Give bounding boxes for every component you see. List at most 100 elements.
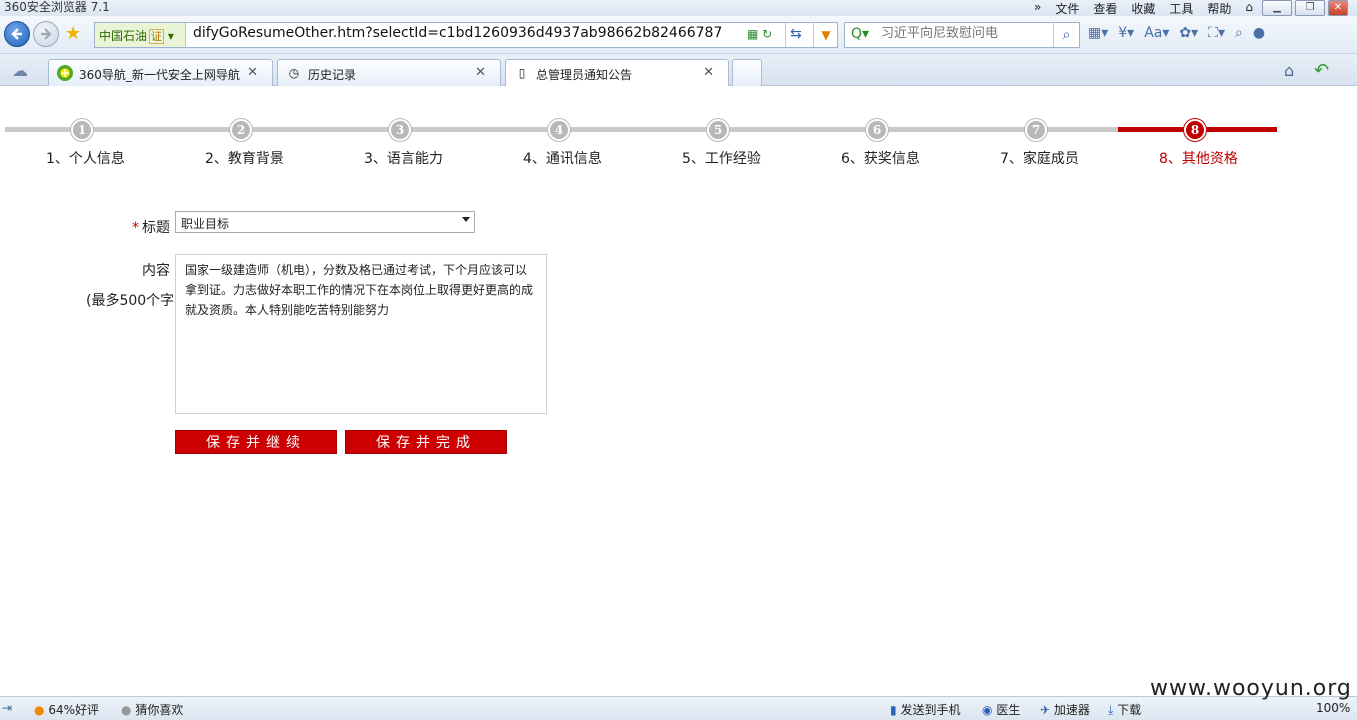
home-icon[interactable]: ⌂: [1284, 61, 1294, 80]
step-label: 5、工作经验: [682, 151, 761, 167]
search-icon[interactable]: ⌕: [1053, 23, 1079, 47]
address-dropdown-button[interactable]: ▼: [813, 23, 838, 47]
minimize-button[interactable]: ▁: [1262, 0, 1292, 16]
step-number: 1: [71, 119, 93, 141]
nav360-icon: +: [57, 65, 73, 81]
tab-history[interactable]: ◷ 历史记录 ✕: [277, 59, 501, 86]
menu-view[interactable]: 查看: [1093, 0, 1117, 17]
sidebar-toggle-icon[interactable]: ⇥: [2, 701, 12, 715]
title-select[interactable]: 职业目标: [175, 211, 475, 233]
shield-icon[interactable]: ¥▾: [1118, 25, 1134, 41]
zoom-level[interactable]: 100%: [1316, 701, 1350, 715]
clock-icon: ◷: [288, 66, 300, 80]
divider: [785, 23, 786, 47]
content-textarea[interactable]: 国家一级建造师（机电），分数及格已通过考试，下个月应该可以拿到证。力志做好本职工…: [175, 254, 547, 414]
rocket-icon: ✈: [1040, 703, 1051, 717]
step-label: 4、通讯信息: [523, 151, 602, 167]
step-number: 3: [389, 119, 411, 141]
content-label: 内容: [142, 263, 170, 279]
tab-admin-notice[interactable]: ▯ 总管理员通知公告 ✕: [505, 59, 729, 86]
step-label: 6、获奖信息: [841, 151, 920, 167]
refresh-icon[interactable]: ⇆: [790, 26, 802, 42]
tab-label: 总管理员通知公告: [536, 68, 633, 82]
close-icon[interactable]: ✕: [247, 65, 258, 80]
tab-label: 历史记录: [308, 68, 357, 82]
menu-file[interactable]: 文件: [1055, 0, 1079, 17]
translate-icon[interactable]: Aa▾: [1144, 25, 1169, 41]
step-label: 7、家庭成员: [1000, 151, 1079, 167]
address-input[interactable]: difyGoResumeOther.htm?selectId=c1bd12609…: [193, 25, 722, 41]
window-title: 360安全浏览器 7.1: [4, 0, 110, 14]
restore-button[interactable]: ❐: [1295, 0, 1325, 16]
tab-label: 360导航_新一代安全上网导航: [79, 68, 240, 82]
doctor-text: 医生: [996, 703, 1021, 717]
puzzle-icon[interactable]: ✿▾: [1179, 25, 1198, 41]
menu-bar: » 文件 查看 收藏 工具 帮助 ⌂: [1034, 0, 1253, 17]
title-select-value: 职业目标: [181, 217, 230, 231]
send-to-phone-item[interactable]: ▮ 发送到手机: [890, 701, 960, 718]
step-number: 2: [230, 119, 252, 141]
apps-grid-icon[interactable]: ▦▾: [1088, 25, 1108, 41]
arrow-left-icon: [11, 28, 22, 40]
doctor-item[interactable]: ◉ 医生: [982, 701, 1020, 718]
back-button[interactable]: [4, 21, 30, 47]
qr-code-icon[interactable]: ▦ ↻: [747, 27, 772, 41]
search-box[interactable]: Q▾ ⌕: [844, 22, 1080, 48]
save-continue-button[interactable]: 保存并继续: [175, 430, 337, 454]
search-engine-icon[interactable]: Q▾: [851, 26, 869, 42]
menu-tools[interactable]: 工具: [1169, 0, 1193, 17]
menu-favorites[interactable]: 收藏: [1131, 0, 1155, 17]
menu-more-icon[interactable]: »: [1034, 0, 1041, 17]
page-icon: ▯: [518, 66, 526, 80]
guess-text: 猜你喜欢: [135, 703, 184, 717]
step-number: 5: [707, 119, 729, 141]
search-input[interactable]: [881, 26, 1051, 41]
cloud-icon[interactable]: ☁: [12, 61, 28, 80]
cert-org-label: 中国石油: [99, 29, 148, 43]
send-phone-text: 发送到手机: [900, 703, 961, 717]
rating-text: 64%好评: [48, 703, 99, 717]
watermark: www.wooyun.org: [1150, 676, 1352, 701]
step-label: 2、教育背景: [205, 151, 284, 167]
step-number: 4: [548, 119, 570, 141]
avatar-icon[interactable]: ●: [1253, 25, 1265, 41]
tab-bar: ☁ + 360导航_新一代安全上网导航 ✕ ◷ 历史记录 ✕ ▯ 总管理员通知公…: [0, 54, 1357, 86]
certificate-badge[interactable]: 中国石油证 ▾: [95, 23, 186, 47]
tab-360-nav[interactable]: + 360导航_新一代安全上网导航 ✕: [48, 59, 273, 86]
favorite-star-icon[interactable]: ★: [65, 23, 81, 44]
chevron-down-icon: [462, 217, 470, 222]
guess-like-item[interactable]: ● 猜你喜欢: [121, 701, 183, 718]
chevron-down-icon: ▾: [167, 29, 174, 43]
step-label: 1、个人信息: [46, 151, 125, 167]
title-bar: 360安全浏览器 7.1 » 文件 查看 收藏 工具 帮助 ⌂ ▁ ❐ ✕: [0, 0, 1357, 16]
doctor-icon: ◉: [982, 703, 993, 717]
download-text: 下载: [1117, 703, 1142, 717]
close-icon[interactable]: ✕: [475, 65, 486, 80]
accelerator-item[interactable]: ✈ 加速器: [1040, 701, 1090, 718]
new-tab-button[interactable]: [732, 59, 762, 86]
content-hint: (最多500个字): [86, 293, 180, 309]
download-icon: ⤓: [1108, 703, 1114, 717]
shirt-icon[interactable]: ⌂: [1245, 0, 1253, 17]
forward-button[interactable]: [33, 21, 59, 47]
browser-toolbar: ★ 中国石油证 ▾ difyGoResumeOther.htm?selectId…: [0, 16, 1357, 54]
extension-tray: ▦▾ ¥▾ Aa▾ ✿▾ ⛶▾ ⌕ ●: [1088, 25, 1265, 41]
download-item[interactable]: ⤓ 下载: [1108, 701, 1141, 718]
close-window-button[interactable]: ✕: [1328, 0, 1348, 16]
step-label: 8、其他资格: [1159, 151, 1238, 167]
arrow-right-icon: [41, 28, 52, 40]
dot-icon: ●: [121, 703, 132, 717]
undo-icon[interactable]: ↶: [1314, 60, 1329, 81]
step-label: 3、语言能力: [364, 151, 443, 167]
screenshot-icon[interactable]: ⛶▾: [1208, 25, 1225, 41]
step-number: 6: [866, 119, 888, 141]
title-label-text: 标题: [142, 220, 170, 236]
rating-item[interactable]: ● 64%好评: [34, 701, 99, 718]
address-bar[interactable]: 中国石油证 ▾ difyGoResumeOther.htm?selectId=c…: [94, 22, 838, 48]
required-mark: *: [132, 220, 139, 236]
menu-help[interactable]: 帮助: [1207, 0, 1231, 17]
step-progress: 1 1、个人信息 2 2、教育背景 3 3、语言能力 4 4、通讯信息 5 5、…: [0, 116, 1357, 176]
zoom-icon[interactable]: ⌕: [1235, 25, 1243, 41]
save-finish-button[interactable]: 保存并完成: [345, 430, 507, 454]
close-icon[interactable]: ✕: [703, 65, 714, 80]
